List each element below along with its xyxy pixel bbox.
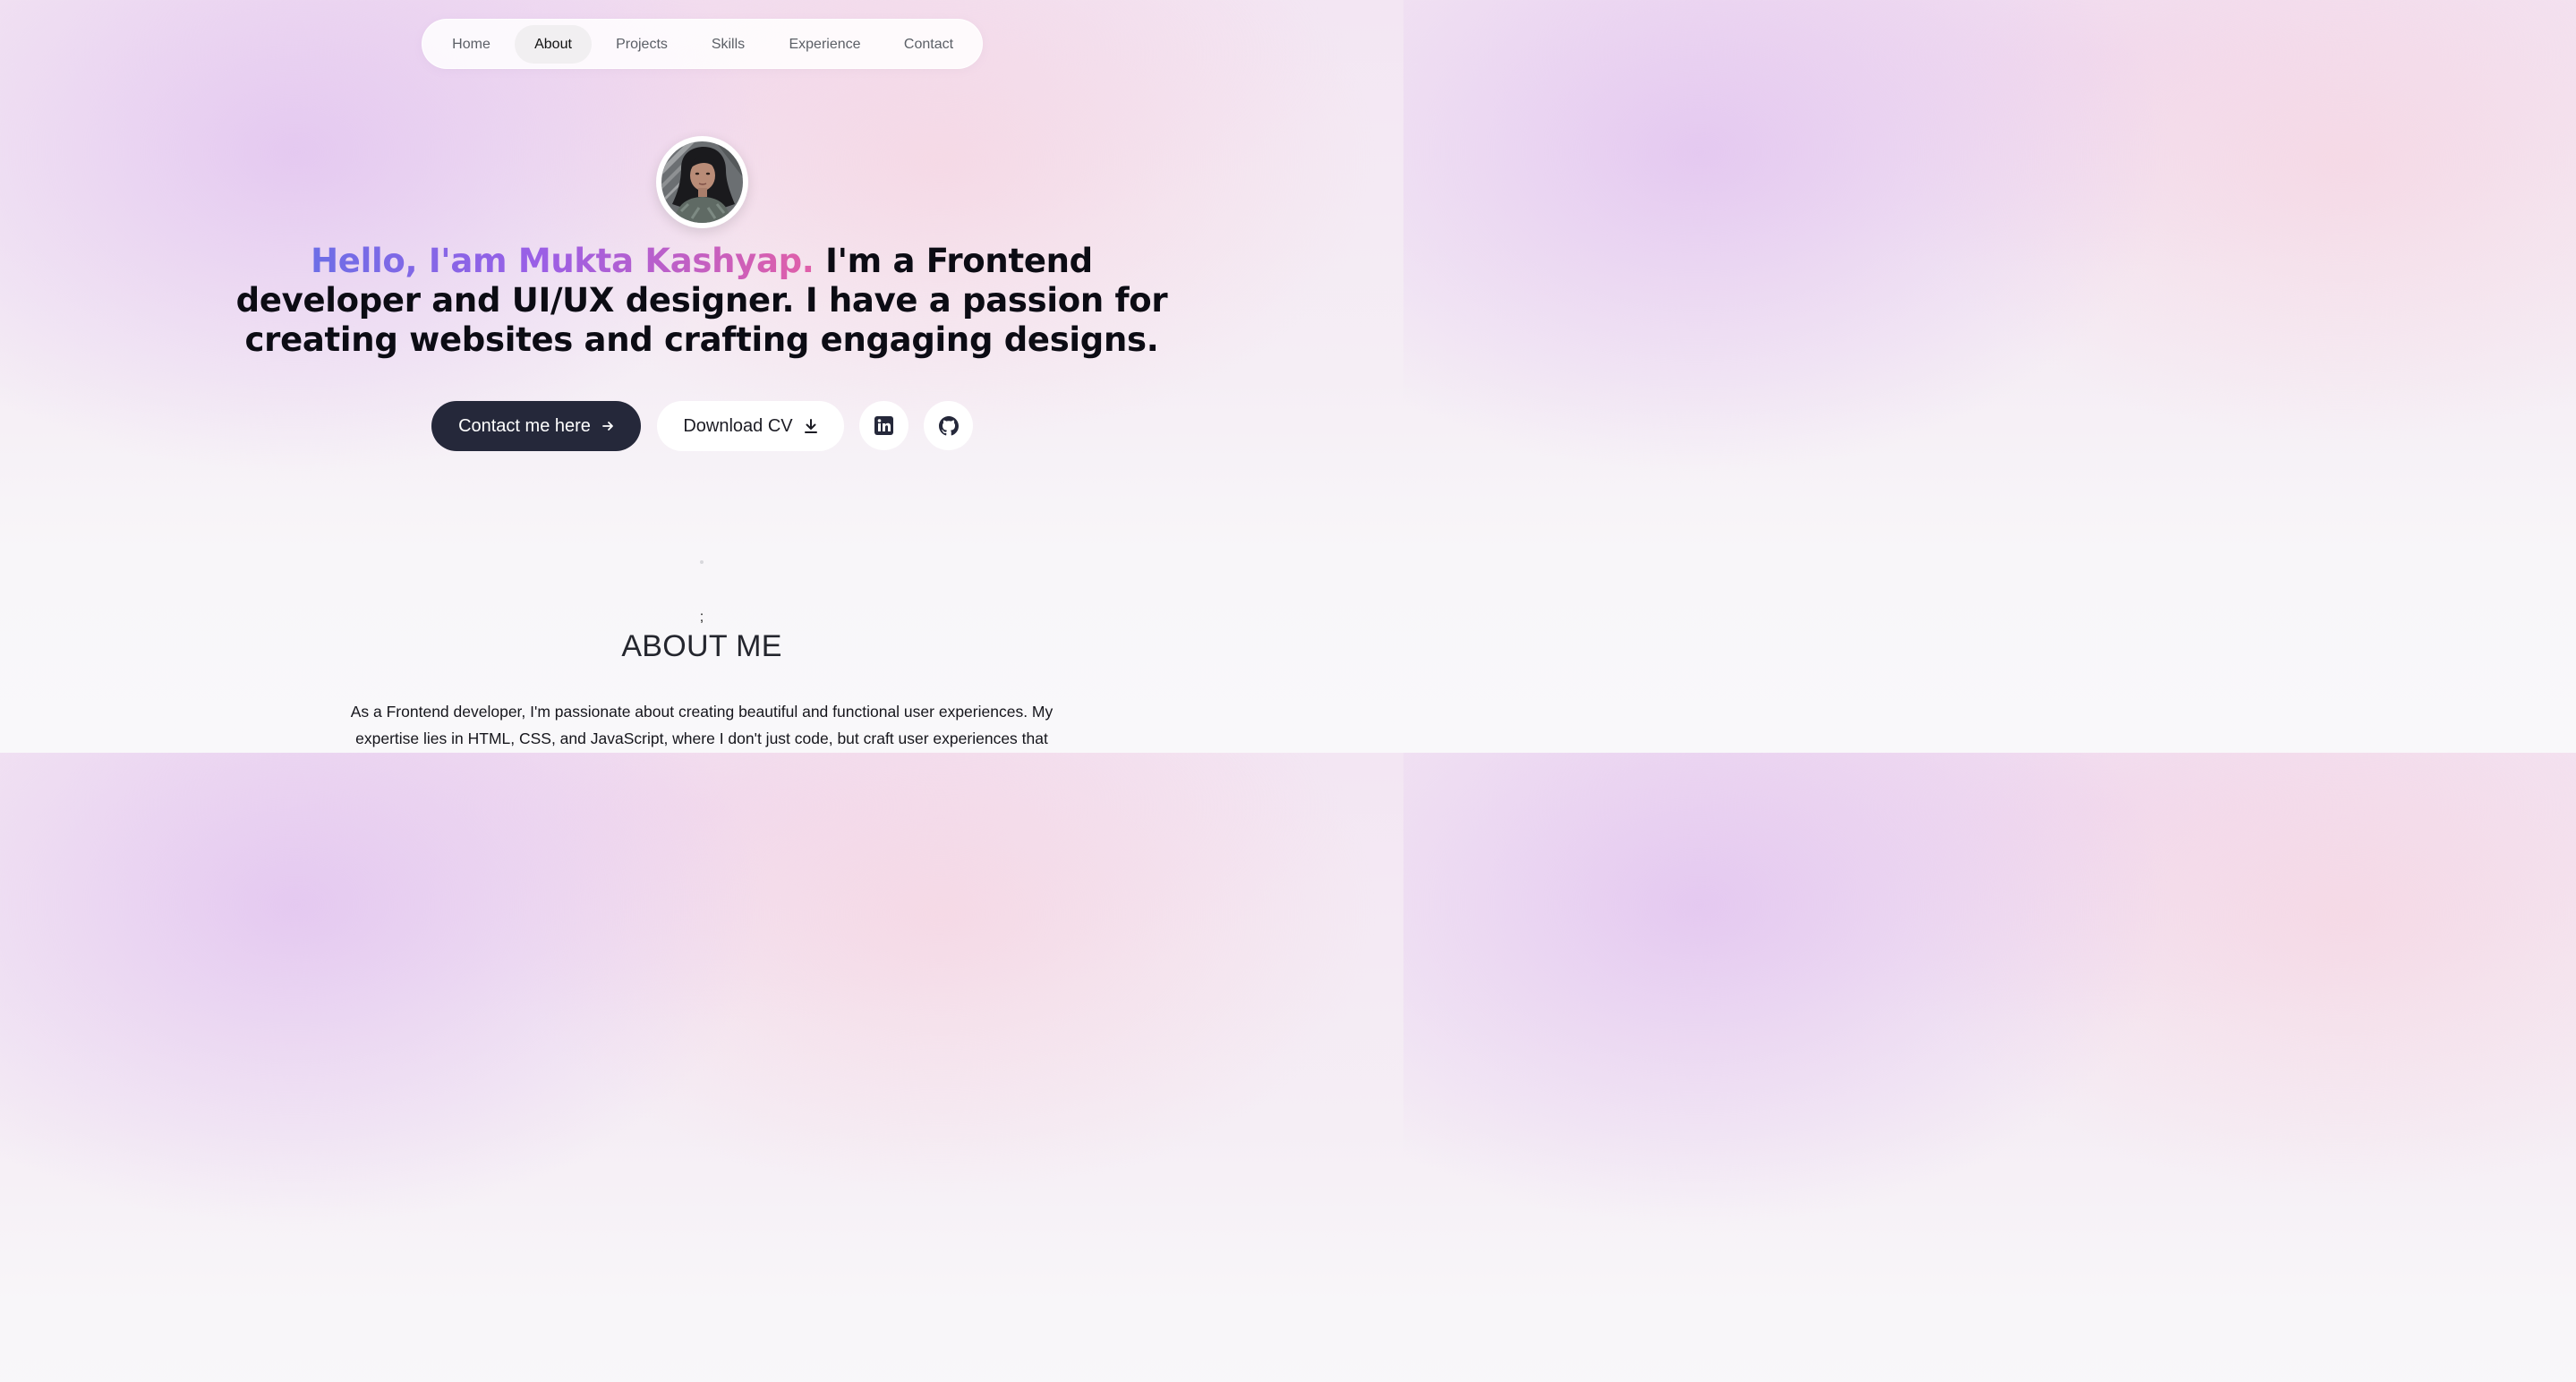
contact-button[interactable]: Contact me here <box>431 401 641 451</box>
github-icon <box>938 415 959 435</box>
hero-greeting: Hello, I'am Mukta Kashyap. <box>311 242 815 280</box>
nav-about[interactable]: About <box>515 25 592 64</box>
download-icon <box>804 419 817 433</box>
nav-skills[interactable]: Skills <box>700 25 756 64</box>
nav-home[interactable]: Home <box>447 25 496 64</box>
github-link[interactable] <box>924 401 973 450</box>
hero-headline: Hello, I'am Mukta Kashyap. I'm a Fronten… <box>227 242 1176 360</box>
linkedin-icon <box>874 416 893 435</box>
about-paragraph: As a Frontend developer, I'm passionate … <box>350 703 1053 747</box>
download-cv-label: Download CV <box>683 415 793 436</box>
nav-projects[interactable]: Projects <box>605 25 678 64</box>
contact-button-label: Contact me here <box>458 415 591 436</box>
download-cv-button[interactable]: Download CV <box>657 401 844 451</box>
nav-experience[interactable]: Experience <box>779 25 871 64</box>
top-nav: Home About Projects Skills Experience Co… <box>422 19 983 69</box>
profile-photo <box>661 141 743 223</box>
arrow-right-icon <box>602 422 613 431</box>
about-separator: ; <box>699 610 704 625</box>
linkedin-link[interactable] <box>859 401 908 450</box>
nav-contact[interactable]: Contact <box>894 25 963 64</box>
about-title: ABOUT ME <box>621 629 782 663</box>
scroll-indicator-dot <box>700 560 704 564</box>
avatar <box>656 136 748 228</box>
